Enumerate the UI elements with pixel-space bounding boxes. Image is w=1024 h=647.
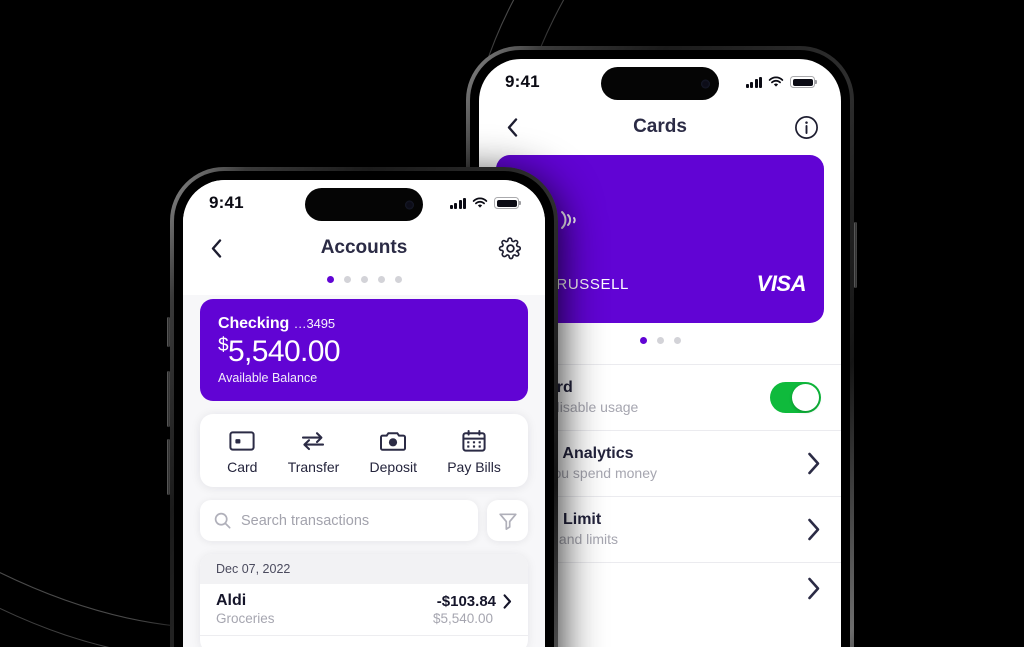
transactions-card: Dec 07, 2022 Aldi -$103.84 Groceries $5,… (200, 554, 528, 647)
info-button[interactable] (794, 115, 819, 140)
info-circle-icon (795, 115, 818, 139)
gear-icon (498, 236, 522, 259)
dynamic-island (305, 188, 423, 221)
balance-card[interactable]: Checking …3495 $5,540.00 Available Balan… (200, 299, 528, 402)
chevron-left-icon (211, 238, 221, 258)
balance-label: Available Balance (218, 371, 318, 386)
balance-amount: $5,540.00 (218, 334, 510, 369)
page-title: Cards (633, 116, 687, 137)
wifi-icon (768, 76, 784, 87)
back-status-bar: 9:41 (479, 59, 841, 105)
front-camera-icon (405, 200, 414, 209)
page-title: Accounts (320, 237, 408, 258)
transfer-arrows-icon (302, 432, 325, 451)
accounts-pager-dots[interactable] (183, 270, 545, 295)
pager-dot-2[interactable] (343, 276, 351, 283)
dynamic-island (601, 67, 719, 100)
search-input[interactable]: Search transactions (200, 500, 478, 542)
search-row: Search transactions (200, 500, 528, 542)
account-name: Checking (218, 315, 290, 332)
pager-dot-3[interactable] (673, 337, 681, 344)
accounts-screen: 9:41 Accounts Checking …3495 $5,540.00 A… (183, 180, 545, 647)
toggle-knob (792, 383, 819, 411)
filter-funnel-icon (498, 513, 517, 530)
table-row[interactable]: Aldi -$103.84 Groceries $5,540.00 (200, 584, 528, 637)
status-time: 9:41 (209, 193, 244, 212)
contactless-payment-icon (561, 211, 576, 229)
search-placeholder: Search transactions (241, 512, 370, 529)
quick-action-pay-bills[interactable]: Pay Bills (447, 430, 501, 475)
search-icon (214, 513, 231, 529)
status-indicators (449, 197, 519, 209)
visa-logo: VISA (756, 271, 807, 296)
cards-navbar: Cards (479, 105, 841, 149)
freeze-card-toggle[interactable] (770, 381, 821, 413)
accounts-navbar: Accounts (183, 226, 545, 270)
wifi-icon (472, 197, 488, 208)
back-phone-power-button[interactable] (854, 222, 857, 288)
transaction-date-header: Dec 07, 2022 (200, 554, 528, 585)
chevron-right-icon (807, 577, 821, 600)
quick-actions-card: Card Transfer Deposit Pay Bills (200, 414, 528, 488)
balance-value: 5,540.00 (227, 335, 341, 368)
front-status-bar: 9:41 (183, 180, 545, 226)
table-row[interactable] (200, 636, 528, 647)
transaction-category: Groceries (216, 611, 275, 627)
front-phone-device: 9:41 Accounts Checking …3495 $5,540.00 A… (167, 167, 558, 647)
settings-button[interactable] (498, 236, 523, 261)
status-indicators (745, 76, 815, 88)
battery-icon (494, 197, 519, 209)
silent-switch[interactable] (167, 317, 170, 347)
pager-dot-1[interactable] (639, 337, 647, 344)
calendar-icon (462, 430, 486, 452)
volume-down-button[interactable] (167, 439, 170, 495)
cellular-signal-icon (449, 197, 466, 209)
pager-dot-5[interactable] (394, 276, 402, 283)
quick-action-label: Deposit (369, 459, 417, 476)
quick-action-label: Pay Bills (447, 459, 501, 476)
chevron-right-icon (807, 518, 821, 541)
pager-dot-2[interactable] (656, 337, 664, 344)
back-button[interactable] (501, 116, 523, 138)
transaction-amount: -$103.84 (436, 592, 496, 610)
chevron-right-icon (503, 594, 512, 609)
transaction-secondary-line: Groceries $5,540.00 (216, 611, 512, 626)
quick-action-deposit[interactable]: Deposit (370, 430, 417, 475)
pager-dot-4[interactable] (377, 276, 385, 283)
screenshot-stage: 9:41 Cards …YN RUSSELL VISA …ate to disa… (0, 0, 1024, 647)
transaction-running-balance: $5,540.00 (432, 611, 493, 627)
quick-action-label: Card (227, 459, 258, 476)
pager-dot-3[interactable] (360, 276, 368, 283)
battery-icon (790, 76, 815, 88)
quick-action-label: Transfer (287, 459, 340, 476)
transaction-primary-line: Aldi -$103.84 (216, 592, 512, 610)
back-button[interactable] (205, 237, 227, 259)
chevron-left-icon (507, 117, 517, 137)
quick-action-card[interactable]: Card (227, 430, 257, 475)
status-time: 9:41 (505, 72, 540, 91)
camera-deposit-icon (380, 432, 407, 452)
volume-up-button[interactable] (167, 371, 170, 427)
transaction-merchant: Aldi (216, 592, 247, 610)
currency-symbol: $ (218, 335, 229, 356)
cellular-signal-icon (745, 76, 762, 88)
account-mask: …3495 (293, 316, 336, 331)
front-camera-icon (701, 79, 710, 88)
account-name-row: Checking …3495 (218, 315, 510, 333)
card-icon (229, 431, 255, 451)
front-phone-bezel: 9:41 Accounts Checking …3495 $5,540.00 A… (174, 171, 554, 647)
filter-button[interactable] (487, 500, 528, 542)
chevron-right-icon (807, 452, 821, 475)
quick-action-transfer[interactable]: Transfer (287, 430, 340, 476)
accounts-content: Checking …3495 $5,540.00 Available Balan… (183, 299, 545, 647)
pager-dot-1[interactable] (326, 276, 334, 283)
